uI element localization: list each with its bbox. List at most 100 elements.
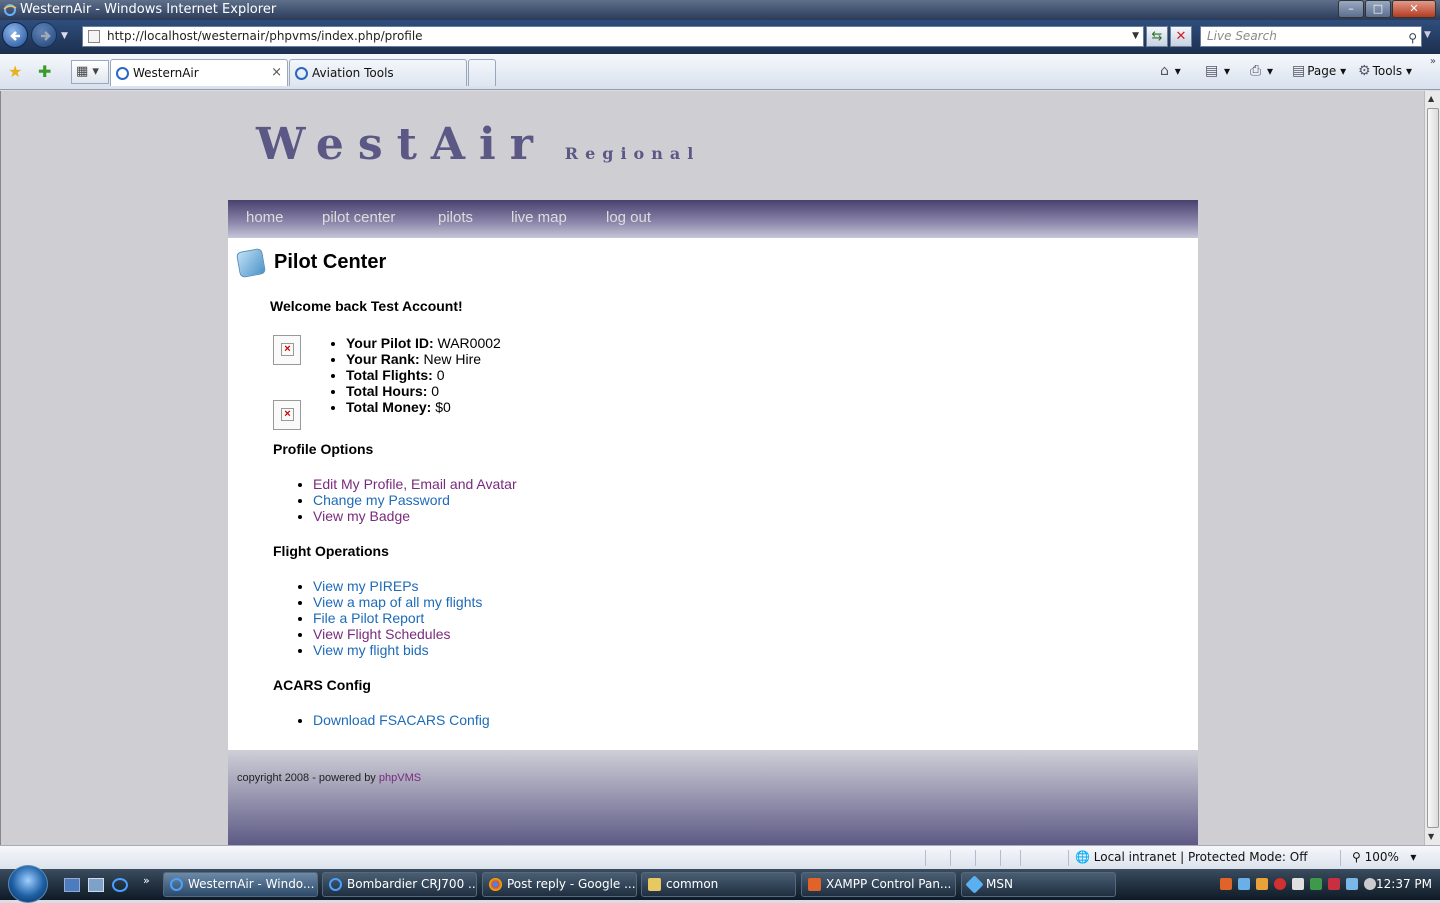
menu-home[interactable]: home xyxy=(246,209,284,226)
maximize-button[interactable]: □ xyxy=(1365,0,1391,18)
vertical-scrollbar[interactable]: ▲ ▼ xyxy=(1424,91,1440,845)
address-url: http://localhost/westernair/phpvms/index… xyxy=(107,29,423,43)
network-tray-icon[interactable] xyxy=(1238,878,1250,890)
profile-options-heading: Profile Options xyxy=(273,441,374,457)
close-window-button[interactable]: ✕ xyxy=(1392,0,1436,18)
welcome-message: Welcome back Test Account! xyxy=(270,298,463,314)
switch-windows-icon[interactable] xyxy=(88,878,104,892)
refresh-button[interactable]: ⇆ xyxy=(1146,26,1168,47)
page-menu[interactable]: ▤ Page ▾ xyxy=(1292,62,1346,80)
change-password-link[interactable]: Change my Password xyxy=(313,492,450,508)
acars-list: Download FSACARS Config xyxy=(313,712,490,728)
page-viewport: WestAir Regional home pilot center pilot… xyxy=(0,91,1424,845)
app-tray-icon[interactable] xyxy=(1310,878,1322,890)
tab-label: WesternAir xyxy=(133,66,199,80)
security-tray-icon[interactable] xyxy=(1274,878,1286,890)
clock[interactable]: 12:37 PM xyxy=(1376,877,1432,891)
address-bar[interactable]: http://localhost/westernair/phpvms/index… xyxy=(82,26,1144,47)
zoom-level[interactable]: ⚲ 100% ▾ xyxy=(1352,850,1416,864)
menu-pilots[interactable]: pilots xyxy=(438,209,473,226)
close-tab-icon[interactable]: × xyxy=(271,60,282,86)
start-button[interactable] xyxy=(8,865,48,903)
more-quicklaunch-icon[interactable]: » xyxy=(143,874,150,887)
print-button[interactable]: ⎙ ▾ xyxy=(1250,62,1273,80)
menu-log-out[interactable]: log out xyxy=(606,209,651,226)
home-button[interactable]: ⌂ ▾ xyxy=(1160,62,1181,80)
logo-sub: Regional xyxy=(564,144,701,163)
acars-heading: ACARS Config xyxy=(273,677,371,693)
folder-icon xyxy=(648,878,661,891)
security-zone[interactable]: 🌐 Local intranet | Protected Mode: Off xyxy=(1075,850,1308,864)
view-badge-link[interactable]: View my Badge xyxy=(313,508,410,524)
app-tray-icon[interactable] xyxy=(1292,878,1304,890)
download-fsacars-link[interactable]: Download FSACARS Config xyxy=(313,712,490,728)
list-item: Your Pilot ID: WAR0002 xyxy=(346,335,501,351)
ie-quicklaunch-icon[interactable] xyxy=(112,878,128,892)
printer-icon: ⎙ xyxy=(1250,63,1262,79)
forward-button[interactable] xyxy=(31,22,57,48)
taskbar: » WesternAir - Windo... Bombardier CRJ70… xyxy=(0,865,1440,903)
ie-icon xyxy=(329,878,342,891)
taskbar-button-common[interactable]: common xyxy=(641,872,796,897)
flight-schedules-link[interactable]: View Flight Schedules xyxy=(313,626,450,642)
flights-map-link[interactable]: View a map of all my flights xyxy=(313,594,482,610)
edit-profile-link[interactable]: Edit My Profile, Email and Avatar xyxy=(313,476,517,492)
recent-pages-dropdown-icon[interactable]: ▼ xyxy=(61,31,68,41)
forward-arrow-icon xyxy=(41,31,51,41)
taskbar-button-xampp[interactable]: XAMPP Control Pan... xyxy=(801,872,956,897)
phpvms-link[interactable]: phpVMS xyxy=(379,772,421,784)
page-menu-label: Page xyxy=(1307,64,1337,78)
more-commands-icon[interactable]: » xyxy=(1430,56,1436,67)
scroll-thumb[interactable] xyxy=(1427,108,1439,828)
quick-tabs-button[interactable]: ▦ ▾ xyxy=(71,60,109,84)
view-pireps-link[interactable]: View my PIREPs xyxy=(313,578,419,594)
display-tray-icon[interactable] xyxy=(1346,878,1358,890)
flight-operations-heading: Flight Operations xyxy=(273,543,389,559)
app-tray-icon[interactable] xyxy=(1328,878,1340,890)
live-search-input[interactable]: Live Search ⚲ xyxy=(1200,26,1422,47)
minimize-button[interactable]: – xyxy=(1338,0,1364,18)
main-content: Pilot Center Welcome back Test Account! … xyxy=(228,238,1198,750)
scroll-down-icon[interactable]: ▼ xyxy=(1428,832,1434,841)
search-icon[interactable]: ⚲ xyxy=(1408,29,1417,48)
pilot-info-list: Your Pilot ID: WAR0002 Your Rank: New Hi… xyxy=(346,335,501,415)
address-dropdown-icon[interactable]: ▼ xyxy=(1132,27,1139,46)
tools-menu-label: Tools xyxy=(1372,64,1403,78)
msn-icon xyxy=(965,875,984,894)
xampp-tray-icon[interactable] xyxy=(1220,878,1232,890)
tools-menu[interactable]: ⚙ Tools ▾ xyxy=(1358,62,1412,80)
add-favorites-icon[interactable]: ✚ xyxy=(38,62,51,81)
feeds-button[interactable]: ▤ ▾ xyxy=(1205,62,1230,80)
tab-westernair[interactable]: WesternAir × xyxy=(110,59,288,86)
app-tray-icon[interactable] xyxy=(1256,878,1268,890)
scroll-up-icon[interactable]: ▲ xyxy=(1428,94,1434,103)
home-icon: ⌂ xyxy=(1160,63,1169,79)
new-tab-button[interactable] xyxy=(468,59,496,86)
pilot-center-icon xyxy=(235,247,267,279)
taskbar-button-bombardier[interactable]: Bombardier CRJ700 ... xyxy=(322,872,477,897)
volume-icon[interactable] xyxy=(1364,878,1376,890)
search-options-dropdown-icon[interactable]: ▼ xyxy=(1424,30,1431,40)
site-menu: home pilot center pilots live map log ou… xyxy=(228,200,1198,238)
file-pilot-report-link[interactable]: File a Pilot Report xyxy=(313,610,424,626)
flight-bids-link[interactable]: View my flight bids xyxy=(313,642,429,658)
menu-live-map[interactable]: live map xyxy=(511,209,567,226)
rss-icon: ▤ xyxy=(1205,63,1219,79)
xampp-icon xyxy=(808,878,821,891)
gear-icon: ⚙ xyxy=(1358,63,1371,79)
logo-main: WestAir xyxy=(256,119,547,170)
profile-options-list: Edit My Profile, Email and Avatar Change… xyxy=(313,476,517,524)
flight-operations-list: View my PIREPs View a map of all my flig… xyxy=(313,578,482,658)
menu-pilot-center[interactable]: pilot center xyxy=(322,209,395,226)
show-desktop-icon[interactable] xyxy=(64,878,80,892)
tab-aviation-tools[interactable]: Aviation Tools xyxy=(289,59,467,86)
back-button[interactable] xyxy=(2,22,28,48)
taskbar-button-google[interactable]: Post reply - Google ... xyxy=(482,872,637,897)
taskbar-button-msn[interactable]: MSN xyxy=(961,872,1116,897)
favorites-star-icon[interactable]: ★ xyxy=(8,62,22,81)
page-icon xyxy=(88,30,100,43)
live-search-placeholder: Live Search xyxy=(1207,29,1277,43)
taskbar-button-westernair[interactable]: WesternAir - Windo... xyxy=(163,872,318,897)
stop-button[interactable]: ✕ xyxy=(1170,26,1192,47)
list-item: Your Rank: New Hire xyxy=(346,351,501,367)
